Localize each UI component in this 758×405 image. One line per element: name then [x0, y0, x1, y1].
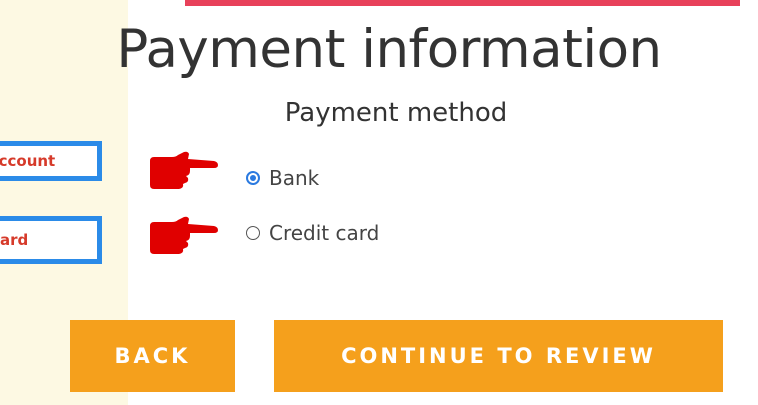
pointing-hand-icon — [150, 151, 218, 189]
payment-option-bank[interactable]: Bank — [246, 166, 319, 190]
pointing-hand-icon — [150, 216, 218, 254]
back-button[interactable]: BACK — [70, 320, 235, 392]
radio-credit-card[interactable] — [246, 226, 260, 240]
annotation-callout-card-label: Card — [0, 231, 29, 249]
annotation-callout-bank-label: Account — [0, 152, 56, 170]
payment-option-bank-label: Bank — [269, 166, 320, 190]
annotation-callout-card: Card — [0, 216, 102, 264]
section-heading: Payment method — [284, 98, 508, 128]
payment-option-credit-card-label: Credit card — [269, 221, 380, 245]
page-title: Payment information — [116, 19, 662, 80]
payment-option-credit-card[interactable]: Credit card — [246, 221, 379, 245]
radio-bank[interactable] — [246, 171, 260, 185]
accent-bar — [185, 0, 740, 6]
annotation-callout-bank: Account — [0, 141, 102, 181]
continue-to-review-button[interactable]: CONTINUE TO REVIEW — [274, 320, 723, 392]
